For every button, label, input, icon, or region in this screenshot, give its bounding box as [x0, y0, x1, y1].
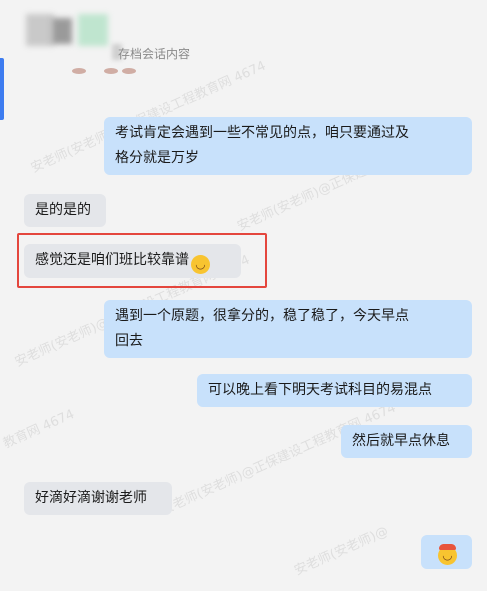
decoration-icon — [72, 68, 86, 74]
message-text: 遇到一个原题，很拿分的，稳了稳了，今天早点 — [115, 308, 409, 324]
scroll-indicator — [0, 58, 4, 120]
decoration-icon — [122, 68, 136, 74]
message-text: 是的是的 — [35, 202, 91, 218]
blurred-contact-avatar — [26, 14, 110, 46]
message-text: 可以晚上看下明天考试科目的易混点 — [208, 382, 432, 398]
message-bubble-incoming[interactable]: 是的是的 — [24, 194, 106, 227]
message-text: 然后就早点休息 — [352, 433, 450, 449]
decoration-icon — [104, 68, 118, 74]
message-bubble-outgoing[interactable]: ◡ — [421, 535, 472, 569]
watermark: 教育网 4674 — [1, 406, 77, 452]
message-text: 好滴好滴谢谢老师 — [35, 490, 147, 506]
message-text: 回去 — [115, 333, 143, 349]
message-bubble-outgoing[interactable]: 可以晚上看下明天考试科目的易混点 — [197, 374, 472, 407]
message-text: 格分就是万岁 — [115, 150, 199, 166]
message-text: 考试肯定会遇到一些不常见的点，咱只要通过及 — [115, 125, 409, 141]
archive-label: 存档会话内容 — [118, 47, 191, 61]
message-bubble-outgoing[interactable]: 遇到一个原题，很拿分的，稳了稳了，今天早点 回去 — [104, 300, 472, 358]
watermark: 安老师(安老师)@ — [292, 523, 391, 579]
message-bubble-outgoing[interactable]: 考试肯定会遇到一些不常见的点，咱只要通过及 格分就是万岁 — [104, 117, 472, 175]
message-bubble-incoming[interactable]: 好滴好滴谢谢老师 — [24, 482, 172, 515]
message-bubble-outgoing[interactable]: 然后就早点休息 — [341, 425, 472, 458]
party-emoji-icon: ◡ — [438, 544, 457, 565]
highlight-annotation — [17, 233, 267, 288]
chat-header: 存档会话内容 — [0, 0, 487, 76]
